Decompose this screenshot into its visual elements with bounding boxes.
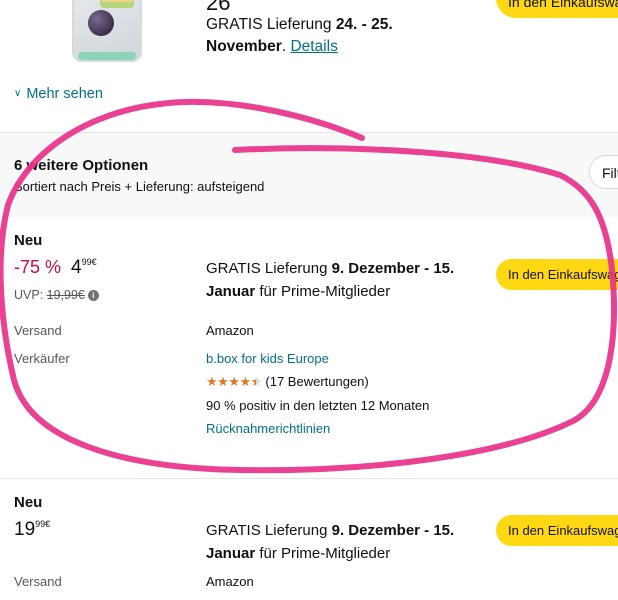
versand-value: Amazon: [206, 323, 254, 338]
offer-card: Neu -75 % 499€ UVP: 19,99€ i GRATIS Liefer…: [0, 217, 618, 475]
rating-count: (17 Bewertungen): [265, 374, 369, 389]
versand-value: Amazon: [206, 574, 254, 589]
offer-price: 1999€: [14, 519, 50, 541]
seller-rating[interactable]: ★★★★★★ (17 Bewertungen): [206, 374, 369, 390]
price-fraction: 99: [35, 519, 46, 529]
price-currency: €: [91, 257, 97, 267]
offer-delivery: GRATIS Lieferung 9. Dezember - 15. Janua…: [206, 522, 455, 562]
list-price-value: 19,99€: [46, 288, 85, 302]
price-currency: €: [45, 519, 51, 529]
positive-feedback: 90 % positiv in den letzten 12 Monaten: [206, 398, 430, 413]
lunchbox-base-image-part: [78, 52, 136, 60]
list-price: UVP: 19,99€ i: [14, 288, 99, 302]
returns-policy-link[interactable]: Rücknahmerichtlinien: [206, 421, 330, 436]
verkaeufer-label: Verkäufer: [14, 351, 70, 366]
top-offer-strip: 26 GRATIS Lieferung 24. - 25. November. …: [0, 0, 618, 130]
discount-percent: -75 %: [14, 257, 62, 277]
mehr-sehen-link[interactable]: ∨ Mehr sehen: [14, 86, 103, 102]
options-header: 6 weitere Optionen Sortiert nach Preis +…: [0, 132, 618, 218]
price-whole: 19: [14, 519, 36, 540]
sort-description: Sortiert nach Preis + Lieferung: aufstei…: [14, 179, 265, 194]
info-icon[interactable]: i: [87, 290, 99, 301]
add-to-cart-button[interactable]: In den Einkaufswagen: [496, 515, 618, 546]
add-to-cart-button[interactable]: In den Einkaufswagen: [496, 259, 618, 290]
price-whole: 4: [71, 257, 82, 278]
details-link[interactable]: Details: [290, 38, 337, 55]
top-delivery-text: GRATIS Lieferung 24. - 25. November. Det…: [206, 16, 393, 55]
options-count-title: 6 weitere Optionen: [14, 157, 149, 174]
offer-card: Neu 1999€ GRATIS Lieferung 9. Dezember -…: [0, 478, 618, 600]
filter-button[interactable]: Filter: [589, 155, 618, 189]
product-thumbnail[interactable]: [72, 0, 142, 62]
versand-label: Versand: [14, 323, 62, 338]
top-add-to-cart-button[interactable]: In den Einkaufswagen: [496, 0, 618, 18]
fruit-image-part: [88, 10, 114, 36]
offer-price: -75 % 499€: [14, 257, 97, 279]
sandwich-image-part: [100, 0, 134, 8]
price-fraction: 99: [81, 257, 92, 267]
offer-condition: Neu: [14, 232, 43, 249]
seller-link[interactable]: b.box for kids Europe: [206, 351, 329, 366]
offer-condition: Neu: [14, 494, 43, 511]
rating-stars-icon: ★★★★★★: [206, 374, 262, 389]
product-offers-page: 26 GRATIS Lieferung 24. - 25. November. …: [0, 0, 618, 600]
versand-label: Versand: [14, 574, 62, 589]
offer-delivery: GRATIS Lieferung 9. Dezember - 15. Janua…: [206, 260, 455, 300]
chevron-down-icon: ∨: [14, 88, 22, 99]
